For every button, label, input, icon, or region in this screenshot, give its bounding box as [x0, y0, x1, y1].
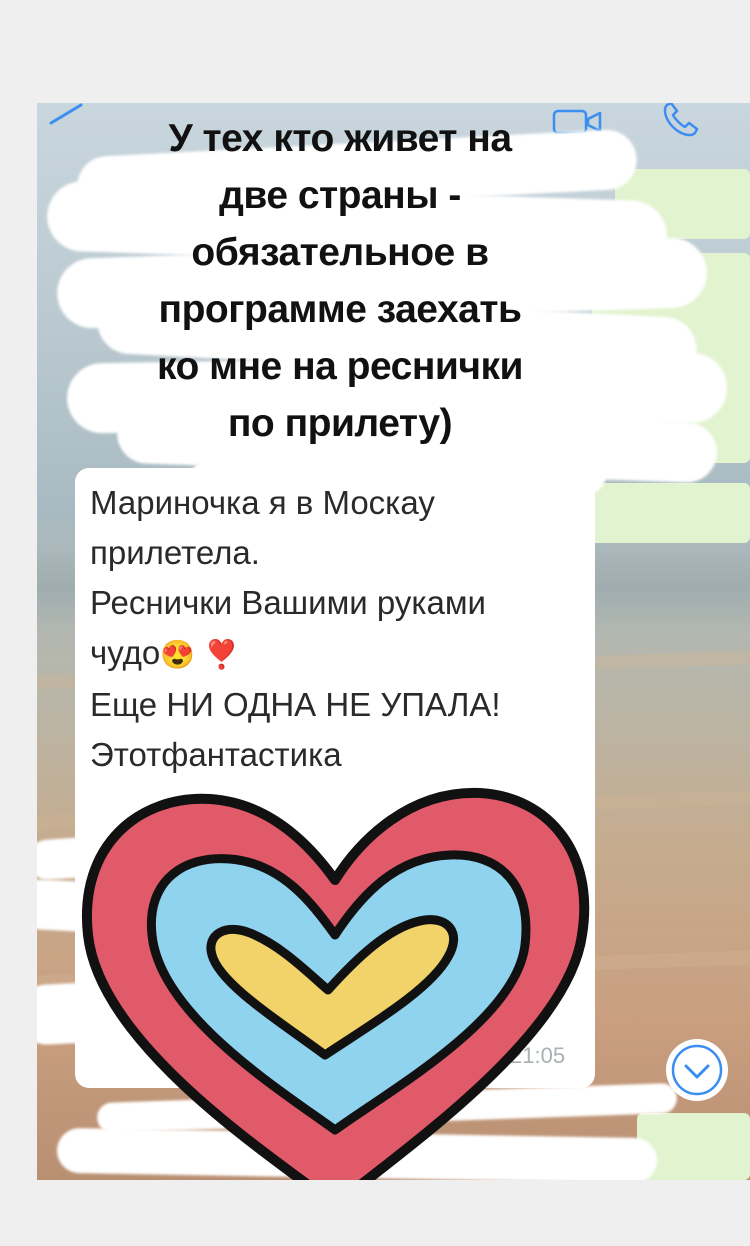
message-line-text: чудо: [90, 634, 161, 671]
message-line: Этотфантастика: [90, 736, 342, 773]
heart-eyes-emoji-icon: 😍: [160, 639, 196, 670]
phone-icon[interactable]: [659, 103, 709, 141]
back-arrow-icon[interactable]: [47, 103, 87, 125]
caption-line: две страны -: [219, 174, 461, 217]
chevron-down-circle-icon[interactable]: [664, 1037, 730, 1103]
caption-line: по прилету): [227, 402, 453, 445]
caption-line: У тех кто живет на: [168, 117, 512, 160]
message-line: Еще НИ ОДНА НЕ УПАЛА!: [90, 686, 501, 723]
caption-line: обязательное в: [191, 231, 489, 274]
message-line: Реснички Вашими руками: [90, 584, 486, 621]
caption-line: ко мне на реснички: [156, 345, 524, 388]
page-bottom-margin: [0, 1180, 750, 1246]
story-caption: У тех кто живет на две страны - обязател…: [105, 110, 575, 452]
message-line: Мариночка я в Москау: [90, 484, 435, 521]
message-text: Мариночка я в Москау прилетела. Реснички…: [90, 478, 590, 780]
caption-line: программе заехать: [158, 288, 522, 331]
message-line: чудо😍 ❣️: [90, 628, 590, 680]
message-line: прилетела.: [90, 534, 260, 571]
heart-exclamation-emoji-icon: ❣️: [204, 639, 240, 670]
heart-sticker: [81, 787, 590, 1210]
